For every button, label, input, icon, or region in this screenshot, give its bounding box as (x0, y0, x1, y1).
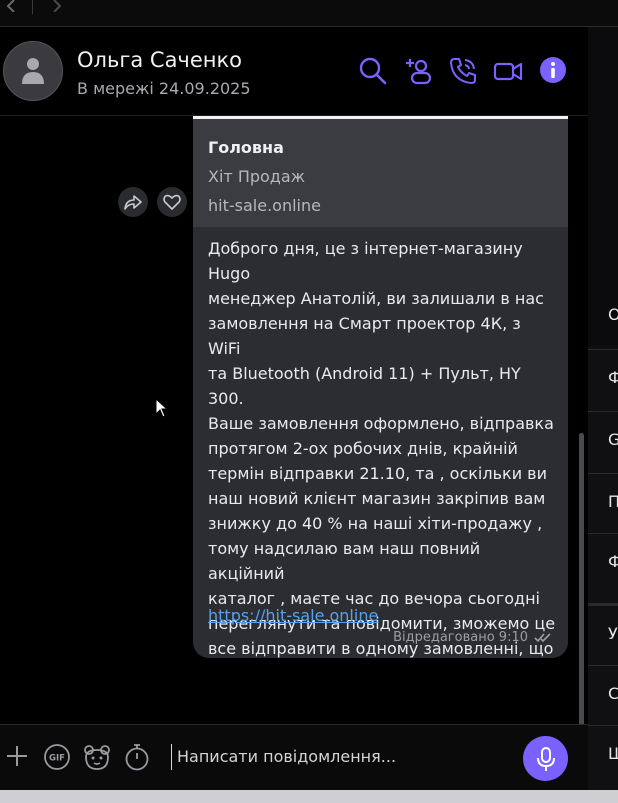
info-icon[interactable] (539, 56, 569, 86)
nav-divider (32, 0, 33, 14)
message-link[interactable]: https://hit-sale.online (208, 606, 378, 625)
right-panel-item[interactable]: О (588, 287, 618, 347)
right-panel-letter: П (608, 492, 618, 511)
message-text: Доброго дня, це з інтернет-магазину Hugo… (208, 236, 558, 658)
react-button[interactable] (157, 187, 187, 217)
phone-icon[interactable] (448, 56, 478, 86)
text-caret (171, 744, 172, 770)
right-panel-item[interactable]: Щ (588, 725, 618, 786)
double-check-icon (534, 632, 552, 647)
scrollbar[interactable] (579, 433, 584, 747)
right-panel-letter: Щ (608, 744, 618, 763)
back-arrow-icon[interactable] (4, 0, 26, 16)
preview-title: Головна (208, 138, 284, 157)
search-icon[interactable] (358, 56, 388, 86)
right-panel-letter: У (608, 624, 618, 643)
link-preview[interactable]: Головна Хіт Продаж hit-sale.online (193, 116, 568, 227)
edited-time: Відредаговано 9:10 (393, 630, 528, 645)
right-panel-item[interactable]: Ф (588, 533, 618, 594)
add-user-icon[interactable] (403, 56, 433, 86)
right-panel-item[interactable]: У (588, 603, 618, 666)
message-list: Головна Хіт Продаж hit-sale.online Добро… (0, 116, 588, 724)
contact-name[interactable]: Ольга Саченко (77, 48, 242, 72)
window-topbar (0, 0, 618, 27)
preview-description: Хіт Продаж (208, 167, 306, 186)
right-panel-letter: Ф (608, 552, 618, 571)
right-panel-item[interactable]: Ф (588, 349, 618, 410)
avatar[interactable] (3, 41, 63, 101)
message-meta: Відредаговано 9:10 (393, 630, 552, 647)
right-panel-letter: О (608, 305, 618, 324)
sticker-bear-icon[interactable] (83, 743, 111, 771)
window-bottom-edge (0, 790, 618, 803)
right-panel-letter: Ф (608, 368, 618, 387)
right-panel-item[interactable]: П (588, 473, 618, 534)
microphone-icon (537, 747, 555, 771)
message-input[interactable]: Написати повідомлення... (177, 747, 396, 766)
right-panel-letter: G (608, 430, 618, 449)
voice-message-button[interactable] (523, 736, 568, 781)
user-silhouette-icon (22, 58, 44, 84)
attach-plus-icon[interactable] (4, 743, 32, 771)
message-bubble[interactable]: Головна Хіт Продаж hit-sale.online Добро… (193, 116, 568, 658)
chat-pane: Ольга Саченко В мережі 24.09.2025 Головн… (0, 27, 588, 791)
chat-header: Ольга Саченко В мережі 24.09.2025 (0, 27, 588, 116)
svg-text:GIF: GIF (49, 754, 65, 764)
forward-button[interactable] (118, 187, 148, 217)
composer-bar: GIF Написати повідомлення... (0, 724, 588, 791)
right-panel-letter: С (608, 684, 618, 703)
preview-site: hit-sale.online (208, 196, 321, 215)
right-panel-item[interactable]: С (588, 665, 618, 726)
mouse-cursor-icon (155, 397, 169, 422)
right-panel-item[interactable]: G (588, 411, 618, 472)
forward-arrow-icon[interactable] (50, 0, 72, 16)
gif-icon[interactable]: GIF (43, 743, 71, 771)
heart-icon (163, 194, 181, 210)
timer-icon[interactable] (123, 743, 151, 771)
message-body: Доброго дня, це з інтернет-магазину Hugo… (208, 239, 556, 658)
video-call-icon[interactable] (493, 56, 523, 86)
forward-share-icon (124, 195, 142, 210)
contact-status: В мережі 24.09.2025 (77, 79, 251, 98)
right-panel: О Ф G П Ф У С Щ (588, 27, 618, 790)
